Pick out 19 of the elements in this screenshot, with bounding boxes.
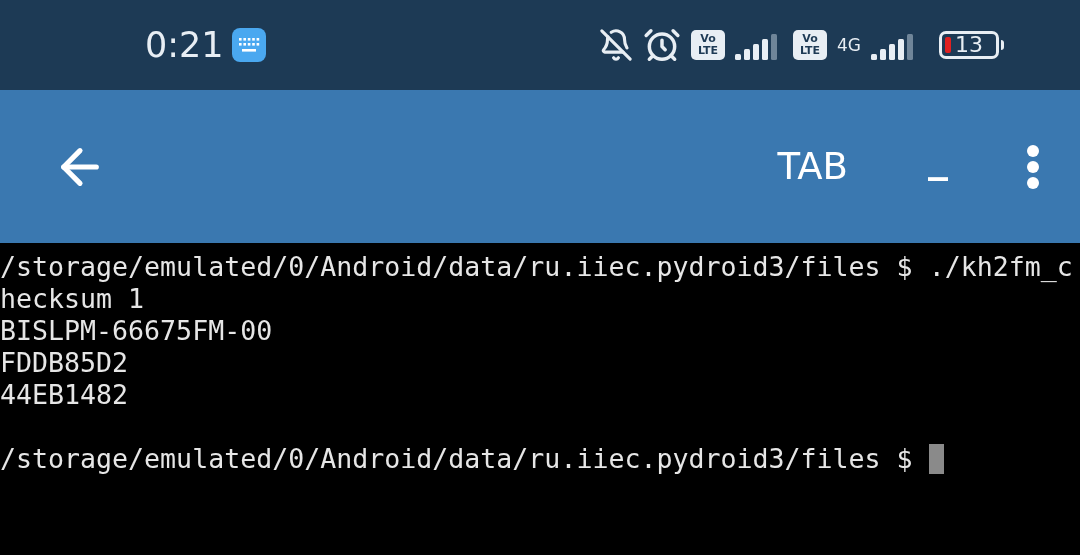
underscore-key-button[interactable]: _ <box>928 126 948 187</box>
network-type: 4G <box>837 36 861 54</box>
volte-icon: Vo LTE <box>793 30 827 60</box>
tab-key-button[interactable]: TAB <box>777 138 848 195</box>
battery-level: 13 <box>955 34 983 56</box>
battery-charge-fill <box>945 37 951 53</box>
volte-icon: Vo LTE <box>691 30 725 60</box>
terminal-line: /storage/emulated/0/Android/data/ru.iiec.pydroid3/files $ ./kh2fm_c <box>0 251 1073 283</box>
keyboard-icon <box>231 28 266 62</box>
more-icon <box>1026 143 1040 190</box>
alarm-clock-icon <box>643 26 681 64</box>
terminal-line: 44EB1482 <box>0 379 129 411</box>
clock: 0:21 <box>145 23 224 67</box>
muted-bell-icon <box>599 28 633 62</box>
terminal-line: hecksum 1 <box>0 283 145 315</box>
terminal-line: FDDB85D2 <box>0 347 129 379</box>
terminal-line: BISLPM-66675FM-00 <box>0 315 273 347</box>
terminal-line: /storage/emulated/0/Android/data/ru.iiec.pydroid3/files $ <box>0 443 914 475</box>
more-options-button[interactable] <box>1026 143 1040 190</box>
